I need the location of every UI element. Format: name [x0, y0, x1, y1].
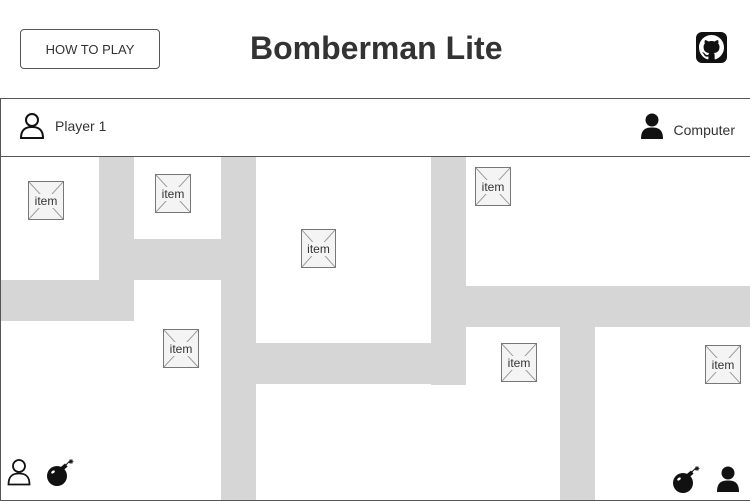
- arena: item item item item item item item: [1, 157, 750, 500]
- item-tile[interactable]: item: [475, 167, 511, 206]
- item-label: item: [476, 179, 510, 194]
- app-header: HOW TO PLAY Bomberman Lite: [0, 0, 750, 98]
- item-tile[interactable]: item: [163, 329, 199, 368]
- wall: [221, 343, 466, 384]
- item-label: item: [156, 186, 190, 201]
- github-icon[interactable]: [696, 32, 727, 63]
- item-label: item: [706, 357, 740, 372]
- item-tile[interactable]: item: [301, 229, 336, 268]
- item-tile[interactable]: item: [155, 174, 191, 213]
- players-bar: Player 1 Computer: [1, 99, 750, 157]
- item-label: item: [302, 241, 335, 256]
- bomb-icon: [47, 459, 74, 486]
- game-board: Player 1 Computer item item item item it…: [0, 98, 750, 501]
- player-1-label: Player 1: [55, 118, 107, 134]
- player-2-label: Computer: [673, 122, 735, 138]
- page-title: Bomberman Lite: [250, 30, 503, 66]
- player-2-info: Computer: [640, 112, 750, 140]
- github-logo: [699, 35, 724, 60]
- wall: [1, 280, 134, 321]
- user-outline-icon: [19, 113, 45, 139]
- item-label: item: [29, 193, 63, 208]
- bomb-icon: [673, 466, 700, 493]
- how-to-play-button[interactable]: HOW TO PLAY: [20, 29, 160, 69]
- user-outline-icon: [7, 459, 31, 486]
- wall: [99, 239, 256, 280]
- item-tile[interactable]: item: [705, 345, 741, 384]
- wall: [221, 157, 256, 500]
- user-filled-icon: [640, 113, 663, 139]
- item-tile[interactable]: item: [501, 343, 537, 382]
- item-label: item: [502, 355, 536, 370]
- wall: [560, 286, 595, 500]
- player-1-info: Player 1: [19, 112, 106, 140]
- user-filled-icon: [717, 466, 739, 492]
- item-label: item: [164, 341, 198, 356]
- item-tile[interactable]: item: [28, 181, 64, 220]
